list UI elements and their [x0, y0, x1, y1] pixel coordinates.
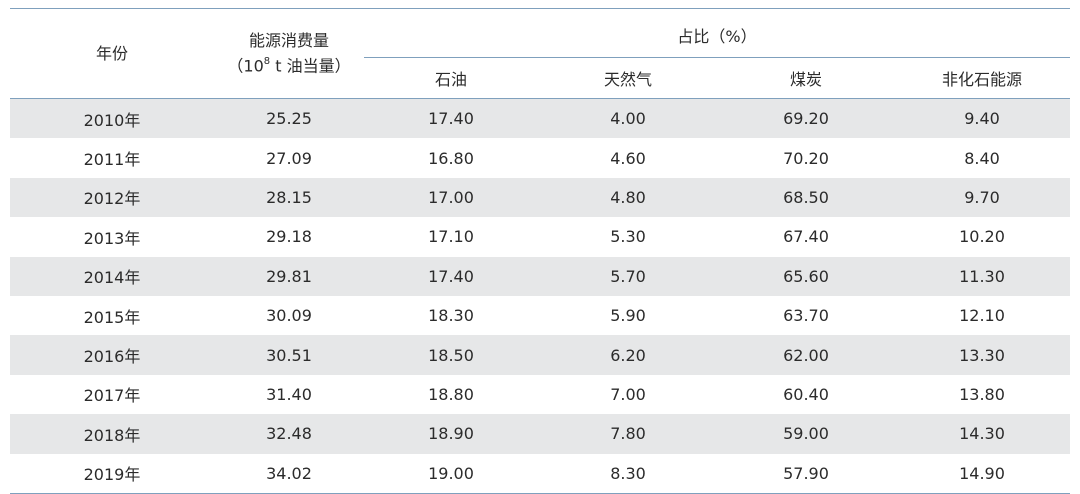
table-row: 2013年 29.18 17.10 5.30 67.40 10.20	[10, 217, 1070, 256]
cell-gas: 6.20	[538, 335, 718, 375]
header-coal: 煤炭	[718, 57, 894, 99]
cell-gas: 4.00	[538, 98, 718, 139]
energy-consumption-table: 年份 能源消费量 （108 t 油当量） 占比（%） 石油 天然气 煤炭 非化石…	[10, 8, 1071, 494]
cell-gas: 5.90	[610, 306, 646, 326]
unit-exponent: 8	[263, 55, 271, 67]
cell-non-fossil: 14.90	[894, 453, 1071, 494]
cell-year: 2016年	[10, 335, 214, 375]
cell-coal: 62.00	[718, 335, 894, 375]
cell-consumption: 27.09	[266, 148, 312, 168]
cell-consumption: 29.81	[214, 256, 364, 296]
cell-coal: 69.20	[718, 98, 894, 139]
cell-coal: 67.40	[783, 227, 829, 247]
cell-non-fossil: 8.40	[964, 148, 1000, 168]
table-row: 2017年 31.40 18.80 7.00 60.40 13.80	[10, 375, 1070, 414]
table-row: 2010年 25.25 17.40 4.00 69.20 9.40	[10, 98, 1071, 139]
cell-consumption: 28.15	[214, 177, 364, 218]
header-gas: 天然气	[538, 57, 718, 99]
header-non-fossil: 非化石能源	[894, 57, 1071, 99]
cell-gas: 7.80	[538, 414, 718, 454]
cell-oil: 19.00	[364, 453, 538, 494]
cell-oil: 18.30	[428, 306, 474, 326]
cell-consumption: 25.25	[214, 98, 364, 139]
table-body: 2010年 25.25 17.40 4.00 69.20 9.40 2011年 …	[10, 98, 1071, 494]
header-consumption-unit: （108 t 油当量）	[214, 52, 364, 77]
header-consumption: 能源消费量 （108 t 油当量）	[214, 8, 364, 99]
energy-table-container: 年份 能源消费量 （108 t 油当量） 占比（%） 石油 天然气 煤炭 非化石…	[10, 8, 1071, 494]
cell-gas: 4.80	[538, 177, 718, 218]
cell-coal: 70.20	[783, 148, 829, 168]
cell-non-fossil: 12.10	[959, 306, 1005, 326]
cell-year: 2015年	[83, 307, 141, 327]
cell-oil: 18.80	[428, 384, 474, 404]
cell-non-fossil: 13.80	[959, 384, 1005, 404]
cell-consumption: 30.09	[266, 306, 312, 326]
cell-gas: 7.00	[610, 384, 646, 404]
cell-year: 2011年	[83, 150, 141, 170]
cell-non-fossil: 10.20	[959, 227, 1005, 247]
cell-year: 2019年	[10, 453, 214, 494]
cell-gas: 5.70	[538, 256, 718, 296]
cell-year: 2013年	[83, 228, 141, 248]
cell-year: 2014年	[10, 256, 214, 296]
table-row: 2011年 27.09 16.80 4.60 70.20 8.40	[10, 138, 1070, 177]
cell-oil: 18.90	[364, 414, 538, 454]
cell-consumption: 31.40	[266, 384, 312, 404]
cell-gas: 4.60	[610, 148, 646, 168]
cell-non-fossil: 9.70	[894, 177, 1071, 218]
table-row: 2016年 30.51 18.50 6.20 62.00 13.30	[10, 335, 1071, 375]
cell-non-fossil: 14.30	[894, 414, 1071, 454]
header-consumption-label: 能源消费量	[248, 30, 329, 50]
cell-non-fossil: 13.30	[894, 335, 1071, 375]
table-row: 2018年 32.48 18.90 7.80 59.00 14.30	[10, 414, 1071, 454]
cell-coal: 63.70	[783, 306, 829, 326]
cell-coal: 57.90	[718, 453, 894, 494]
cell-year: 2018年	[10, 414, 214, 454]
cell-consumption: 34.02	[214, 453, 364, 494]
header-oil: 石油	[364, 57, 538, 99]
cell-non-fossil: 9.40	[894, 98, 1071, 139]
table-header: 年份 能源消费量 （108 t 油当量） 占比（%） 石油 天然气 煤炭 非化石…	[10, 8, 1071, 99]
cell-coal: 68.50	[718, 177, 894, 218]
unit-suffix: t 油当量）	[270, 56, 351, 76]
cell-coal: 59.00	[718, 414, 894, 454]
cell-year: 2010年	[10, 98, 214, 139]
cell-oil: 17.10	[428, 227, 474, 247]
cell-consumption: 32.48	[214, 414, 364, 454]
cell-year: 2012年	[10, 177, 214, 218]
table-row: 2012年 28.15 17.00 4.80 68.50 9.70	[10, 177, 1071, 218]
table-row: 2019年 34.02 19.00 8.30 57.90 14.90	[10, 453, 1071, 494]
table-row: 2014年 29.81 17.40 5.70 65.60 11.30	[10, 256, 1071, 296]
header-year-label: 年份	[95, 43, 128, 63]
cell-oil: 17.40	[364, 98, 538, 139]
cell-oil: 16.80	[428, 148, 474, 168]
cell-consumption: 29.18	[266, 227, 312, 247]
unit-prefix: （10	[227, 56, 264, 76]
cell-coal: 65.60	[718, 256, 894, 296]
cell-oil: 18.50	[364, 335, 538, 375]
table-row: 2015年 30.09 18.30 5.90 63.70 12.10	[10, 296, 1070, 335]
cell-non-fossil: 11.30	[894, 256, 1071, 296]
cell-gas: 5.30	[610, 227, 646, 247]
cell-oil: 17.00	[364, 177, 538, 218]
cell-coal: 60.40	[783, 384, 829, 404]
cell-consumption: 30.51	[214, 335, 364, 375]
header-share-label: 占比（%）	[677, 27, 757, 46]
header-year: 年份	[10, 8, 214, 99]
cell-year: 2017年	[83, 386, 141, 406]
cell-oil: 17.40	[364, 256, 538, 296]
cell-gas: 8.30	[538, 453, 718, 494]
header-share: 占比（%）	[364, 8, 1071, 58]
